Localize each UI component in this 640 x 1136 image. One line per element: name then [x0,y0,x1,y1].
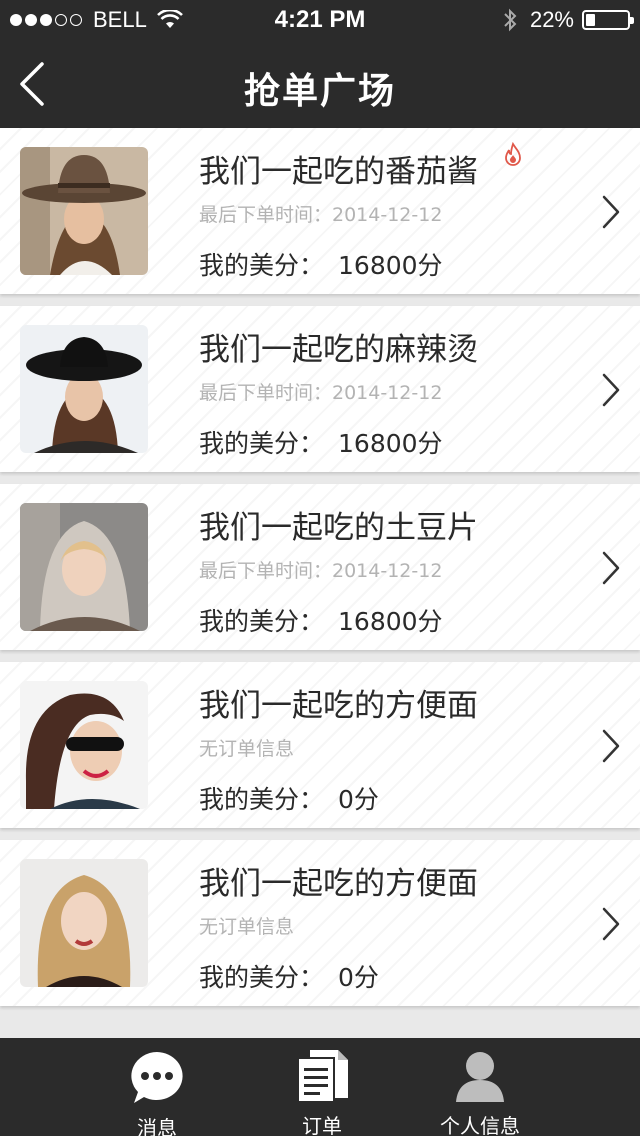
score-label: 我的美分： [199,429,325,458]
battery-percent: 22% [529,7,574,32]
order-card[interactable]: 我们一起吃的番茄酱 最后下单时间：2014-12-12 我的美分： 16800分 [0,128,640,294]
order-card[interactable]: 我们一起吃的方便面 无订单信息 我的美分： 0分 [0,662,640,828]
status-right: 22% [502,7,634,33]
score-label: 我的美分： [199,251,325,280]
order-subtitle: 最后下单时间：2014-12-12 [199,560,443,582]
chat-bubble-icon [131,1052,183,1103]
order-card[interactable]: 我们一起吃的土豆片 最后下单时间：2014-12-12 我的美分： 16800分 [0,484,640,650]
order-subtitle: 无订单信息 [199,738,295,760]
order-score: 我的美分： 16800分 [199,424,443,460]
order-title: 我们一起吃的番茄酱 [199,154,478,190]
status-bar: BELL 4:21 PM 22% [0,0,640,40]
page-title: 抢单广场 [243,71,396,112]
order-card[interactable]: 我们一起吃的麻辣烫 最后下单时间：2014-12-12 我的美分： 16800分 [0,306,640,472]
order-title: 我们一起吃的方便面 [199,866,478,902]
score-value: 0分 [338,785,379,814]
chevron-right-icon [602,907,620,941]
order-score: 我的美分： 16800分 [199,246,443,282]
tab-label: 个人信息 [440,1114,520,1136]
bluetooth-icon [504,8,517,32]
fire-icon [505,142,521,166]
tab-profile[interactable]: 个人信息 [420,1038,540,1136]
score-value: 16800分 [338,251,443,280]
order-score: 我的美分： 16800分 [199,602,443,638]
score-label: 我的美分： [199,963,325,992]
order-subtitle: 无订单信息 [199,916,295,938]
battery-icon [582,10,634,30]
order-subtitle: 最后下单时间：2014-12-12 [199,382,443,404]
person-icon [456,1052,504,1102]
tab-bar: 消息 订单 个人信息 [0,1038,640,1136]
order-title: 我们一起吃的麻辣烫 [199,332,478,368]
order-score: 我的美分： 0分 [199,780,379,816]
nav-bar: 抢单广场 [0,40,640,128]
score-value: 16800分 [338,429,443,458]
score-label: 我的美分： [199,607,325,636]
document-icon [297,1050,348,1103]
order-title: 我们一起吃的土豆片 [199,510,478,546]
avatar [20,325,148,453]
chevron-right-icon [602,551,620,585]
score-value: 16800分 [338,607,443,636]
tab-orders[interactable]: 订单 [262,1038,382,1136]
order-subtitle: 最后下单时间：2014-12-12 [199,204,443,226]
order-title: 我们一起吃的方便面 [199,688,478,724]
chevron-right-icon [602,195,620,229]
chevron-right-icon [602,729,620,763]
tab-label: 消息 [137,1116,177,1136]
avatar [20,859,148,987]
order-card[interactable]: 我们一起吃的方便面 无订单信息 我的美分： 0分 [0,840,640,1006]
avatar [20,503,148,631]
order-score: 我的美分： 0分 [199,958,379,994]
score-label: 我的美分： [199,785,325,814]
chevron-right-icon [602,373,620,407]
avatar [20,147,148,275]
score-value: 0分 [338,963,379,992]
tab-messages[interactable]: 消息 [97,1038,217,1136]
avatar [20,681,148,809]
tab-label: 订单 [302,1114,342,1136]
